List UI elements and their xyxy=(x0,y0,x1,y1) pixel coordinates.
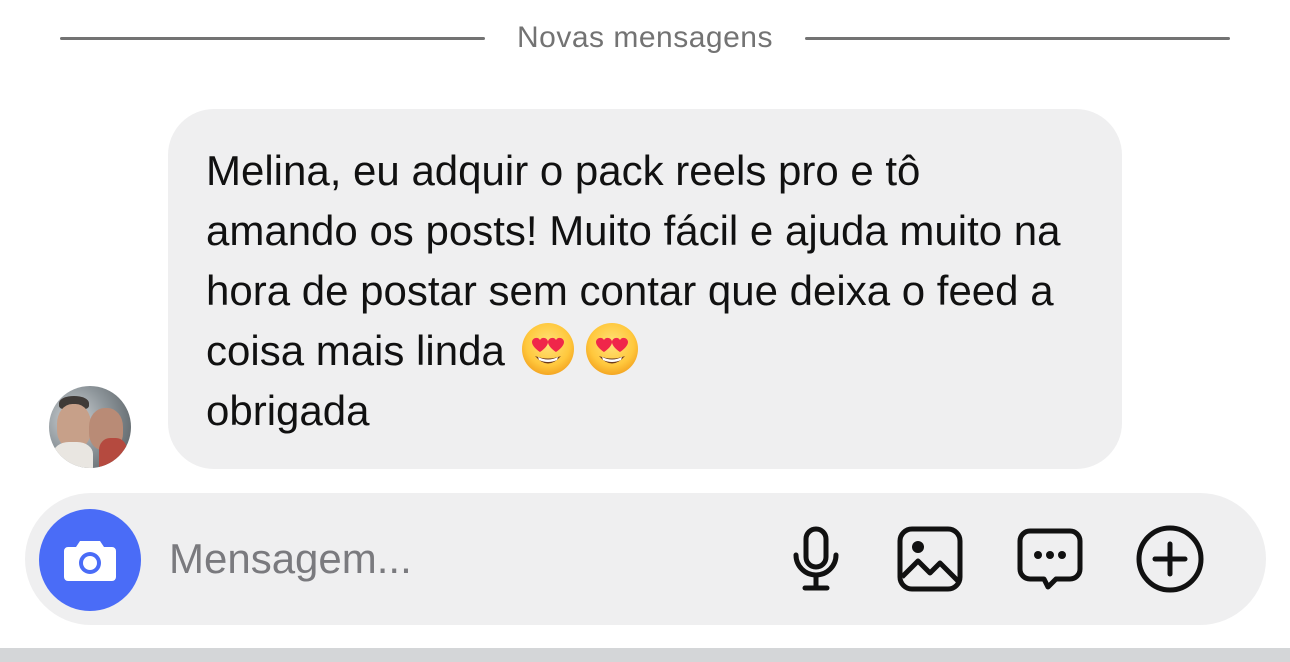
message-composer xyxy=(25,493,1266,625)
new-messages-label: Novas mensagens xyxy=(517,21,773,54)
avatar-shirt-shape xyxy=(53,442,93,468)
new-messages-divider: Novas mensagens xyxy=(60,18,1230,58)
gallery-button[interactable] xyxy=(893,522,967,596)
microphone-button[interactable] xyxy=(779,522,853,596)
divider-line-left xyxy=(60,36,486,40)
chat-screen: Novas mensagens Melina, eu adquir o pack… xyxy=(0,0,1290,662)
bottom-bar xyxy=(0,648,1290,662)
message-text: Melina, eu adquir o pack reels pro e tô … xyxy=(206,141,1082,441)
message-input[interactable] xyxy=(169,529,749,589)
sender-avatar[interactable] xyxy=(49,386,131,468)
sticker-icon xyxy=(1017,528,1083,590)
message-text-end: obrigada xyxy=(206,387,370,434)
image-icon xyxy=(897,526,963,592)
divider-line-right xyxy=(804,36,1230,40)
microphone-icon xyxy=(793,526,839,591)
heart-eyes-emoji-icon xyxy=(520,321,576,377)
camera-icon xyxy=(64,541,116,581)
add-button[interactable] xyxy=(1133,522,1207,596)
camera-button[interactable] xyxy=(39,509,141,611)
sticker-button[interactable] xyxy=(1013,522,1087,596)
avatar-shirt-shape-2 xyxy=(99,438,127,468)
plus-icon xyxy=(1136,525,1204,593)
message-bubble[interactable]: Melina, eu adquir o pack reels pro e tô … xyxy=(168,109,1122,469)
heart-eyes-emoji-icon-2 xyxy=(584,321,640,377)
